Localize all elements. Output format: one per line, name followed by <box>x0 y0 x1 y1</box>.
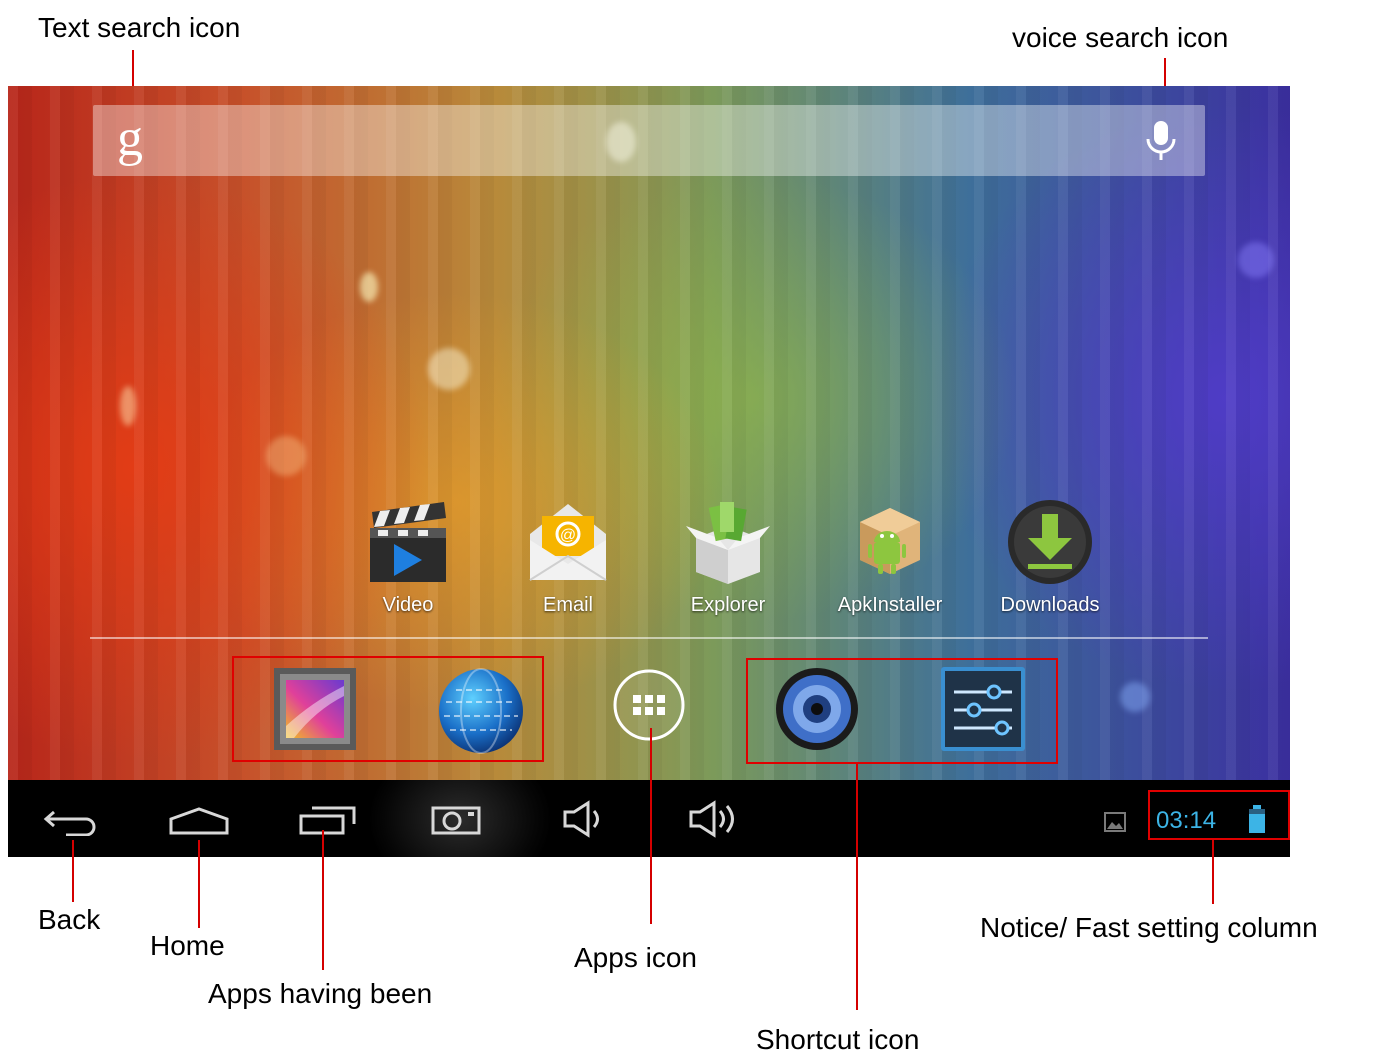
downloads-icon <box>1008 500 1092 584</box>
navigation-bar: 03:14 <box>8 780 1290 857</box>
microphone-icon[interactable] <box>1143 121 1179 163</box>
home-icon[interactable] <box>168 806 230 836</box>
google-search-icon[interactable]: g <box>117 111 143 167</box>
shortcut-icons-highlight <box>746 658 1058 764</box>
app-label: Email <box>542 594 593 616</box>
app-label: Downloads <box>1000 594 1100 616</box>
leader-apps-icon <box>650 728 652 924</box>
label-shortcut: Shortcut icon <box>756 1024 920 1055</box>
label-notice: Notice/ Fast setting column <box>980 912 1318 943</box>
search-bar[interactable]: g <box>93 105 1205 176</box>
home-screen: g Video @ Email Explorer ApkInstaller Do… <box>8 86 1290 780</box>
dock-divider <box>90 637 1208 639</box>
label-text-search: Text search icon <box>38 12 241 43</box>
leader-notice <box>1212 840 1214 904</box>
app-label: Video <box>382 594 434 616</box>
label-back: Back <box>38 904 101 935</box>
email-icon: @ <box>529 504 607 581</box>
label-home: Home <box>150 930 225 961</box>
recent-apps-icon[interactable] <box>298 804 358 836</box>
label-apps-icon: Apps icon <box>574 942 697 973</box>
back-icon[interactable] <box>42 806 102 836</box>
apps-grid-icon[interactable] <box>612 668 686 742</box>
wallpaper-bokeh <box>266 436 306 476</box>
volume-up-icon[interactable] <box>688 800 742 838</box>
svg-text:@: @ <box>560 527 576 544</box>
notice-area-highlight <box>1148 790 1290 840</box>
wallpaper-bokeh <box>428 348 470 390</box>
leader-shortcut <box>856 764 858 1010</box>
volume-down-icon[interactable] <box>562 800 608 838</box>
apk-installer-icon <box>860 508 920 574</box>
screenshot-icon[interactable] <box>430 802 482 836</box>
label-voice-search: voice search icon <box>1012 22 1229 53</box>
wallpaper-bokeh <box>1120 682 1150 712</box>
app-label: ApkInstaller <box>837 594 943 616</box>
leader-home <box>198 840 200 928</box>
leader-back <box>72 840 74 902</box>
wallpaper-bokeh <box>360 272 378 302</box>
leader-recent-apps <box>322 830 324 970</box>
app-label: Explorer <box>690 594 766 616</box>
label-recent-apps: Apps having been <box>208 978 433 1009</box>
recent-shortcuts-highlight <box>232 656 544 762</box>
wallpaper-bokeh <box>120 386 136 426</box>
explorer-box-icon <box>686 502 770 584</box>
gallery-notification-icon[interactable] <box>1104 812 1126 832</box>
video-clapper-icon <box>370 502 446 582</box>
wallpaper-bokeh <box>1238 242 1274 278</box>
